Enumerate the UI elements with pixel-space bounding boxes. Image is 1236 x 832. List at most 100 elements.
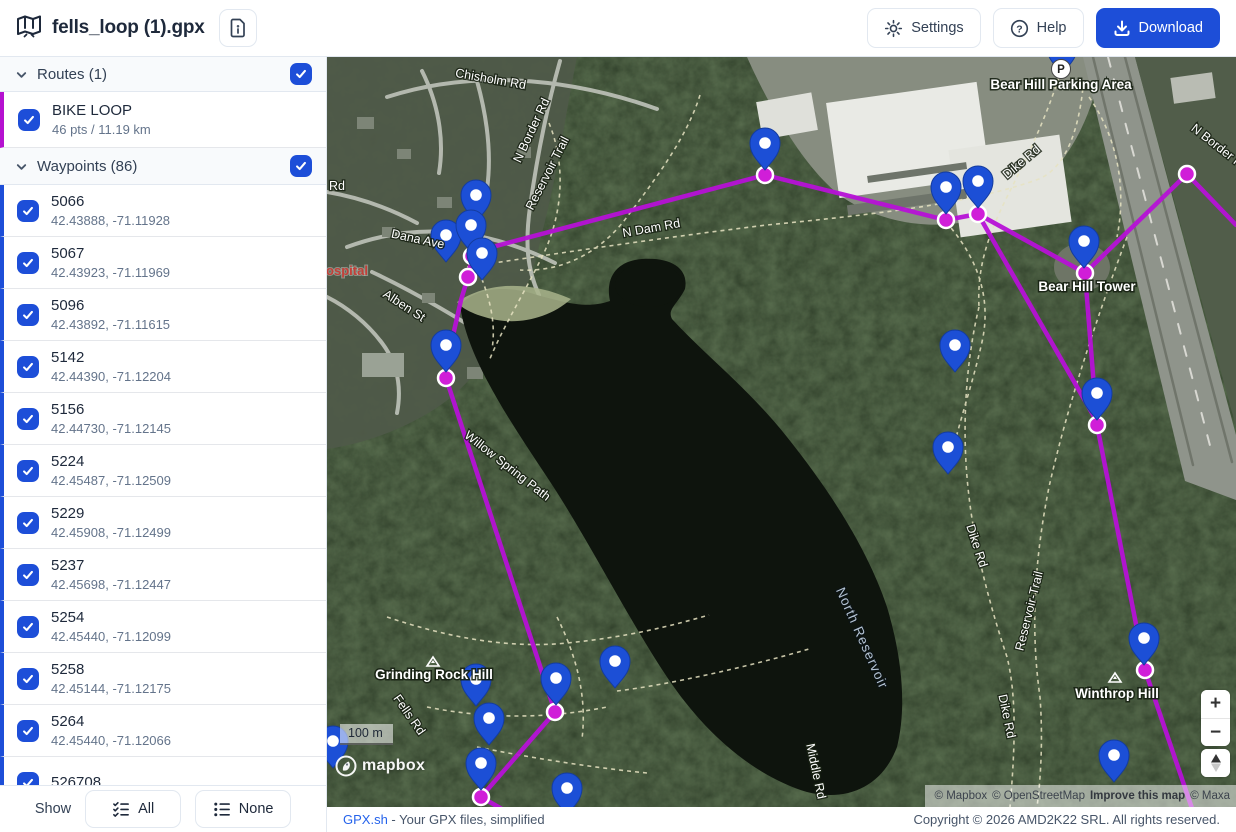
waypoint-checkbox[interactable] [17, 564, 39, 586]
waypoint-row[interactable]: 5142 42.44390, -71.12204 [0, 341, 326, 393]
help-button[interactable]: ? Help [993, 8, 1084, 48]
help-label: Help [1037, 20, 1067, 36]
download-icon [1113, 19, 1131, 37]
route-checkbox[interactable] [18, 109, 40, 131]
svg-text:?: ? [1016, 24, 1022, 35]
waypoint-coords: 42.45908, -71.12499 [51, 525, 171, 541]
map-label: Winthrop Hill [1075, 686, 1159, 701]
waypoint-checkbox[interactable] [17, 356, 39, 378]
show-label: Show [35, 801, 71, 817]
waypoint-checkbox[interactable] [17, 252, 39, 274]
zoom-out-button[interactable]: − [1201, 718, 1230, 746]
waypoint-checkbox[interactable] [17, 460, 39, 482]
waypoint-name: 5258 [51, 661, 171, 679]
waypoints-toggle-checkbox[interactable] [290, 155, 312, 177]
map-controls: + − [1201, 690, 1230, 777]
waypoint-row[interactable]: 525842.45144, -71.12175 [0, 653, 326, 705]
waypoint-name: 5067 [51, 245, 170, 263]
waypoint-checkbox[interactable] [17, 200, 39, 222]
download-button[interactable]: Download [1096, 8, 1221, 48]
waypoint-row[interactable]: 5156 42.44730, -71.12145 [0, 393, 326, 445]
waypoint-row[interactable]: 526708 [0, 757, 326, 785]
gear-icon [884, 19, 903, 38]
select-none-button[interactable]: None [195, 790, 291, 828]
map-label: Grinding Rock Hill [375, 667, 493, 682]
route-row[interactable]: BIKE LOOP 46 pts / 11.19 km [0, 92, 326, 148]
route-meta: 46 pts / 11.19 km [52, 122, 151, 138]
map-label: Rd [329, 179, 345, 193]
download-label: Download [1139, 20, 1204, 36]
page-footer: GPX.sh - Your GPX files, simplified Copy… [327, 807, 1236, 832]
list-icon [213, 801, 231, 817]
compass-button[interactable] [1201, 749, 1230, 777]
parking-icon: P [1052, 60, 1071, 79]
route-point-dot[interactable] [547, 704, 563, 720]
waypoint-coords: 42.43923, -71.11969 [51, 265, 170, 281]
route-point-dot[interactable] [473, 789, 489, 805]
waypoint-checkbox[interactable] [17, 408, 39, 430]
attribution-mapbox[interactable]: © Mapbox [935, 790, 988, 802]
waypoint-checkbox[interactable] [17, 668, 39, 690]
zoom-in-button[interactable]: + [1201, 690, 1230, 718]
map-label: ospital [327, 263, 368, 278]
waypoints-header-label: Waypoints (86) [37, 158, 137, 175]
select-all-button[interactable]: All [85, 790, 181, 828]
waypoint-coords: 42.43888, -71.11928 [51, 213, 170, 229]
waypoint-row[interactable]: 523742.45698, -71.12447 [0, 549, 326, 601]
map-label: Bear Hill Tower [1038, 279, 1136, 294]
top-bar-actions: Settings ? Help Download [867, 8, 1220, 48]
attribution-osm[interactable]: © OpenStreetMap [992, 790, 1085, 802]
select-all-label: All [138, 801, 154, 817]
sidebar: Routes (1) BIKE LOOP 46 pts / 11.19 km W… [0, 57, 327, 832]
checklist-icon [112, 801, 130, 817]
route-point-dot[interactable] [1179, 166, 1195, 182]
waypoint-name: 5224 [51, 453, 171, 471]
attribution-maxar[interactable]: © Maxa [1190, 790, 1230, 802]
footer-tagline: - Your GPX files, simplified [388, 812, 545, 827]
waypoint-name: 5254 [51, 609, 171, 627]
waypoint-coords: 42.44390, -71.12204 [51, 369, 171, 385]
waypoint-name: 5066 [51, 193, 170, 211]
mapbox-logo[interactable]: mapbox [335, 755, 425, 777]
waypoint-row[interactable]: 526442.45440, -71.12066 [0, 705, 326, 757]
routes-toggle-checkbox[interactable] [290, 63, 312, 85]
routes-header-label: Routes (1) [37, 66, 107, 83]
map-logo-icon [16, 14, 42, 43]
waypoints-section-header[interactable]: Waypoints (86) [0, 148, 326, 185]
gpx-sh-link[interactable]: GPX.sh [343, 812, 388, 827]
app-brand: fells_loop (1).gpx [16, 14, 205, 43]
waypoint-checkbox[interactable] [17, 616, 39, 638]
waypoint-checkbox[interactable] [17, 720, 39, 742]
chevron-down-icon[interactable] [14, 67, 28, 81]
map-canvas[interactable]: PChisholm RdDana AveN Border RdReservoir… [327, 57, 1236, 807]
waypoint-row[interactable]: 5067 42.43923, -71.11969 [0, 237, 326, 289]
waypoint-coords: 42.45698, -71.12447 [51, 577, 171, 593]
waypoint-pin[interactable] [552, 773, 582, 807]
waypoint-coords: 42.44730, -71.12145 [51, 421, 171, 437]
file-info-button[interactable] [219, 9, 257, 47]
routes-section-header[interactable]: Routes (1) [0, 57, 326, 92]
waypoint-coords: 42.43892, -71.11615 [51, 317, 170, 333]
footer-copyright: Copyright © 2026 AMD2K22 SRL. All rights… [913, 812, 1220, 827]
waypoint-row[interactable]: 522442.45487, -71.12509 [0, 445, 326, 497]
chevron-down-icon[interactable] [14, 159, 28, 173]
waypoint-row[interactable]: 5066 42.43888, -71.11928 [0, 185, 326, 237]
waypoint-checkbox[interactable] [17, 304, 39, 326]
waypoint-name: 5156 [51, 401, 171, 419]
sidebar-footer: Show All None [0, 785, 326, 832]
route-point-dot[interactable] [460, 269, 476, 285]
waypoint-row[interactable]: 5229 42.45908, -71.12499 [0, 497, 326, 549]
waypoint-name: 5142 [51, 349, 171, 367]
waypoint-checkbox[interactable] [17, 772, 39, 786]
svg-text:P: P [1057, 64, 1065, 76]
map-label: Bear Hill Parking Area [990, 77, 1132, 92]
select-none-label: None [239, 801, 274, 817]
waypoint-name: 5229 [51, 505, 171, 523]
waypoint-coords: 42.45440, -71.12066 [51, 733, 171, 749]
improve-map-link[interactable]: Improve this map [1090, 790, 1185, 802]
waypoint-list: 5066 42.43888, -71.11928 5067 42.43923, -71… [0, 185, 326, 785]
waypoint-checkbox[interactable] [17, 512, 39, 534]
settings-button[interactable]: Settings [867, 8, 980, 48]
waypoint-row[interactable]: 509642.43892, -71.11615 [0, 289, 326, 341]
waypoint-row[interactable]: 525442.45440, -71.12099 [0, 601, 326, 653]
